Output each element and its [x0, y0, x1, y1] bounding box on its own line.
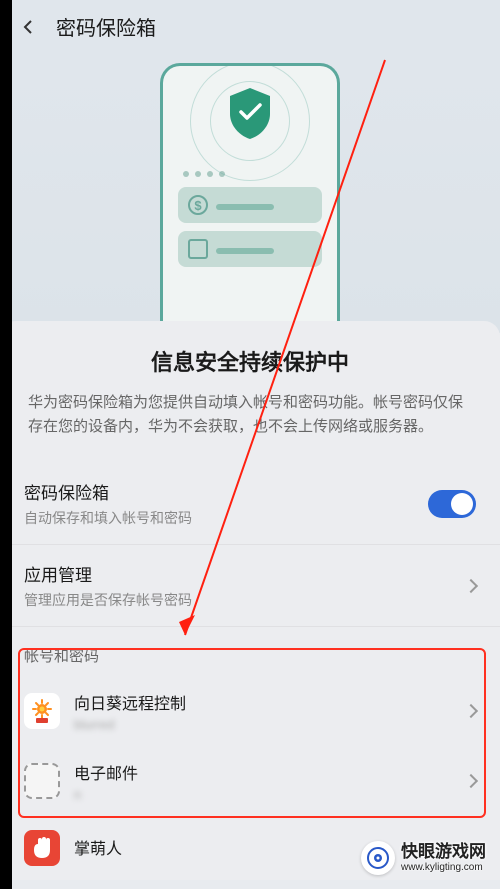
chevron-right-icon: [464, 774, 478, 788]
info-description: 华为密码保险箱为您提供自动填入帐号和密码功能。帐号密码仅保存在您的设备内，华为不…: [0, 377, 500, 463]
shield-icon: [225, 86, 275, 141]
chevron-right-icon: [464, 704, 478, 718]
setting-vault-title: 密码保险箱: [24, 479, 428, 504]
palm-app-icon: [24, 830, 60, 866]
header: 密码保险箱: [0, 0, 500, 53]
setting-password-vault[interactable]: 密码保险箱 自动保存和填入帐号和密码: [0, 463, 500, 545]
accounts-section-header: 帐号和密码: [0, 627, 500, 676]
account-item-email[interactable]: 电子邮件 n: [0, 746, 500, 816]
sunflower-app-icon: [24, 693, 60, 729]
watermark-logo-icon: [361, 841, 395, 875]
page-title: 密码保险箱: [56, 12, 156, 41]
app-name: 电子邮件: [74, 760, 452, 784]
vault-toggle[interactable]: [428, 490, 476, 518]
app-account: blurred: [74, 717, 452, 732]
watermark-name: 快眼游戏网: [401, 843, 486, 862]
setting-vault-subtitle: 自动保存和填入帐号和密码: [24, 508, 428, 528]
app-account: n: [74, 787, 452, 802]
chevron-right-icon: [464, 578, 478, 592]
back-icon[interactable]: [16, 15, 40, 39]
email-app-icon: [24, 763, 60, 799]
dollar-icon: $: [188, 195, 208, 215]
setting-apps-subtitle: 管理应用是否保存帐号密码: [24, 590, 466, 610]
card-icon: [188, 239, 208, 259]
account-item-sunflower[interactable]: 向日葵远程控制 blurred: [0, 676, 500, 746]
watermark: 快眼游戏网 www.kyligting.com: [361, 841, 486, 875]
info-title: 信息安全持续保护中: [0, 345, 500, 377]
setting-apps-title: 应用管理: [24, 561, 466, 586]
app-name: 向日葵远程控制: [74, 690, 452, 714]
watermark-url: www.kyligting.com: [401, 862, 486, 873]
illustration: $: [0, 53, 500, 333]
setting-app-management[interactable]: 应用管理 管理应用是否保存帐号密码: [0, 545, 500, 627]
